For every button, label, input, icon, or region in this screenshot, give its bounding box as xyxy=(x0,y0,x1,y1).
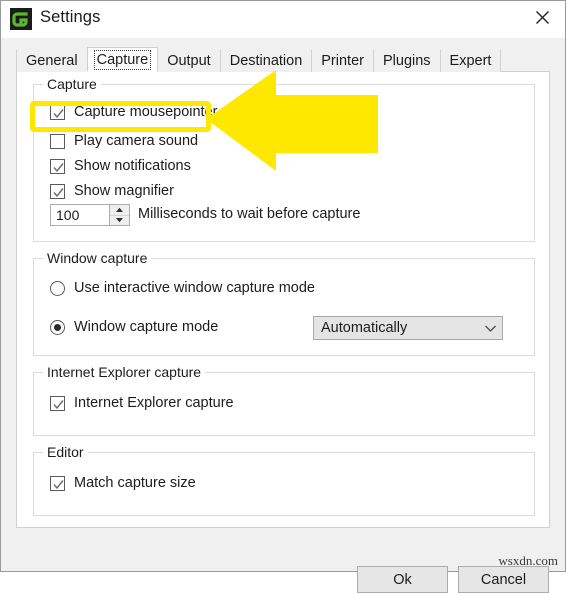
spinner-down-arrow-icon[interactable] xyxy=(110,216,129,226)
checkbox-box xyxy=(50,133,65,149)
capture-tab-panel: Capture Capture mousepointer Play camera… xyxy=(16,71,550,528)
tab-expert-label: Expert xyxy=(449,53,492,69)
tab-printer[interactable]: Printer xyxy=(311,49,374,72)
checkbox-label: Play camera sound xyxy=(74,133,199,149)
tab-plugins-label: Plugins xyxy=(382,53,431,69)
checkbox-match-capture-size[interactable]: Match capture size xyxy=(50,475,196,491)
wait-milliseconds-label: Milliseconds to wait before capture xyxy=(138,206,361,222)
spinner-up-arrow-icon[interactable] xyxy=(110,205,129,216)
tab-expert[interactable]: Expert xyxy=(439,49,502,72)
checkbox-capture-mousepointer[interactable]: Capture mousepointer xyxy=(50,104,217,120)
checkbox-internet-explorer-capture[interactable]: Internet Explorer capture xyxy=(50,395,234,411)
group-editor-title: Editor xyxy=(43,444,88,460)
checkbox-box xyxy=(50,395,65,411)
tab-printer-label: Printer xyxy=(321,53,364,69)
group-capture-title: Capture xyxy=(43,76,101,92)
radio-label: Use interactive window capture mode xyxy=(74,280,315,296)
checkbox-label: Match capture size xyxy=(74,475,196,491)
stepper-buttons xyxy=(109,205,129,225)
tab-plugins[interactable]: Plugins xyxy=(372,49,441,72)
tab-destination-label: Destination xyxy=(229,53,303,69)
cancel-button[interactable]: Cancel xyxy=(458,566,549,593)
settings-dialog-window: Settings General Capture Output Destinat… xyxy=(0,0,566,593)
tab-destination[interactable]: Destination xyxy=(219,49,313,72)
tab-general-label: General xyxy=(26,53,78,69)
tab-general[interactable]: General xyxy=(16,49,88,72)
checkbox-box xyxy=(50,183,65,199)
radio-circle xyxy=(50,280,65,296)
wait-milliseconds-stepper[interactable]: 100 xyxy=(50,204,130,226)
chevron-down-icon xyxy=(478,324,502,333)
tab-capture-label: Capture xyxy=(93,49,152,70)
radio-window-capture-mode[interactable]: Window capture mode xyxy=(50,319,218,335)
checkbox-show-notifications[interactable]: Show notifications xyxy=(50,158,191,174)
window-title: Settings xyxy=(40,8,101,26)
group-internet-explorer-capture-title: Internet Explorer capture xyxy=(43,364,206,380)
checkbox-label: Internet Explorer capture xyxy=(74,395,234,411)
checkbox-box xyxy=(50,104,65,120)
checkbox-box xyxy=(50,158,65,174)
group-editor: Editor Match capture size xyxy=(33,444,535,516)
watermark-text: wsxdn.com xyxy=(498,553,558,568)
tab-output-label: Output xyxy=(167,53,211,69)
group-internet-explorer-capture: Internet Explorer capture Internet Explo… xyxy=(33,364,535,436)
radio-circle xyxy=(50,319,65,335)
tab-capture[interactable]: Capture xyxy=(86,47,159,72)
group-window-capture-title: Window capture xyxy=(43,250,152,266)
checkbox-label: Show magnifier xyxy=(74,183,174,199)
group-window-capture: Window capture Use interactive window ca… xyxy=(33,250,535,356)
cancel-button-label: Cancel xyxy=(480,571,527,588)
checkbox-label: Capture mousepointer xyxy=(74,104,218,120)
group-capture: Capture Capture mousepointer Play camera… xyxy=(33,76,535,242)
checkbox-play-camera-sound[interactable]: Play camera sound xyxy=(50,133,198,149)
settings-tabstrip: General Capture Output Destination Print… xyxy=(16,47,502,72)
wait-milliseconds-input[interactable]: 100 xyxy=(51,205,109,225)
dialog-body: General Capture Output Destination Print… xyxy=(1,38,565,593)
dropdown-selected-value: Automatically xyxy=(321,320,408,336)
radio-use-interactive-window-capture-mode[interactable]: Use interactive window capture mode xyxy=(50,280,315,296)
checkbox-label: Show notifications xyxy=(74,158,191,174)
radio-label: Window capture mode xyxy=(74,319,219,335)
close-icon[interactable] xyxy=(519,1,565,34)
ok-button-label: Ok xyxy=(393,571,412,588)
title-bar: Settings xyxy=(1,1,565,38)
greenshot-logo-icon xyxy=(10,8,32,30)
checkbox-show-magnifier[interactable]: Show magnifier xyxy=(50,183,174,199)
window-capture-mode-dropdown[interactable]: Automatically xyxy=(313,316,503,340)
ok-button[interactable]: Ok xyxy=(357,566,448,593)
tab-output[interactable]: Output xyxy=(157,49,221,72)
checkbox-box xyxy=(50,475,65,491)
